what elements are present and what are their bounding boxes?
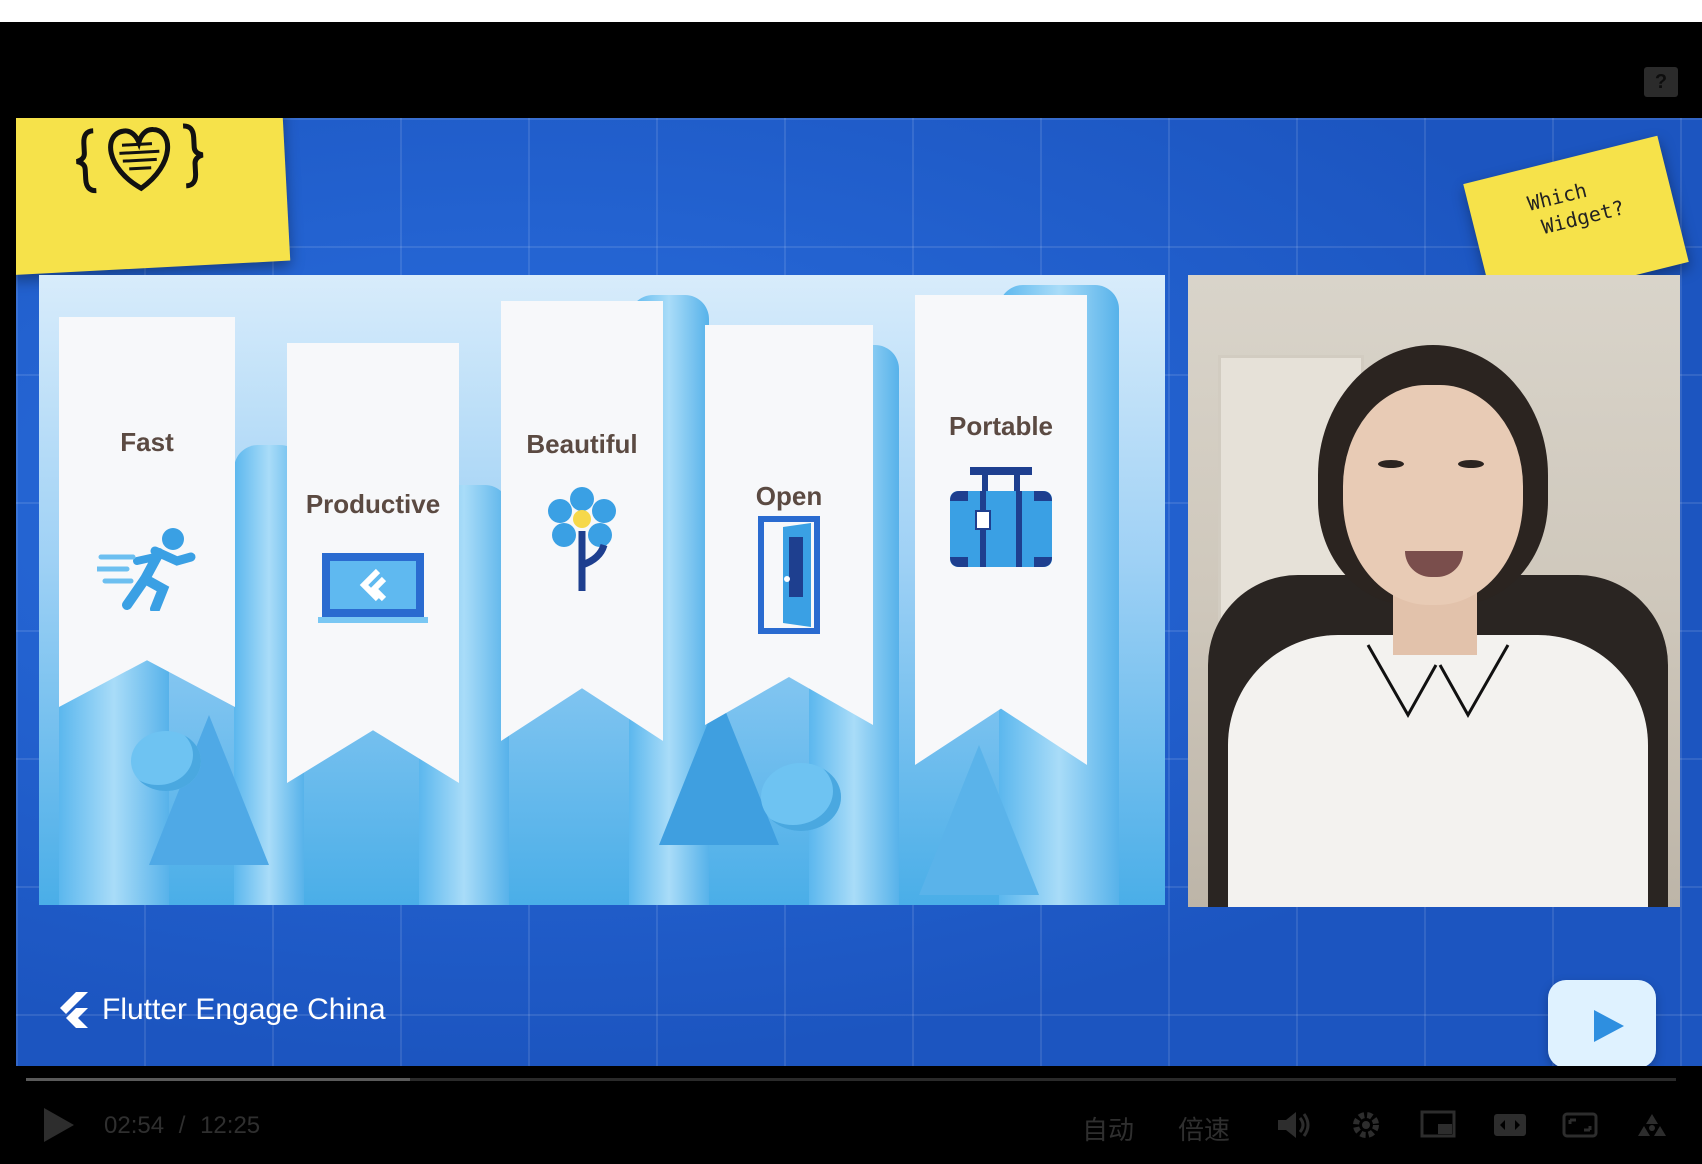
presentation-slide: Fast Productive Beautiful Open Portable — [39, 275, 1165, 905]
auto-quality-button[interactable]: 自动 — [1082, 1110, 1134, 1147]
volume-icon[interactable] — [1276, 1110, 1312, 1140]
bird-figure — [761, 763, 841, 831]
banner-label-open: Open — [755, 481, 823, 511]
presenter-eye — [1458, 460, 1484, 468]
help-button[interactable]: ? — [1644, 67, 1678, 97]
picture-in-picture-icon[interactable] — [1420, 1110, 1456, 1140]
flutter-engage-branding: Flutter Engage China — [56, 992, 386, 1028]
settings-gear-icon[interactable] — [1348, 1110, 1384, 1140]
time-display: 02:54 / 12:25 — [104, 1112, 260, 1140]
flower-icon — [548, 487, 616, 591]
banner-label-portable: Portable — [948, 411, 1054, 441]
banner-rod — [49, 311, 245, 317]
door-icon — [758, 516, 820, 634]
flutter-logo-icon — [60, 992, 88, 1028]
tree-cone — [919, 745, 1039, 895]
channel-tv-icon[interactable] — [1548, 980, 1656, 1066]
fullscreen-icon[interactable] — [1634, 1110, 1670, 1140]
banner-label-productive: Productive — [305, 489, 441, 519]
video-player[interactable]: ? Which Widget? Fast Productive Beautifu… — [0, 22, 1702, 1164]
banner-open: Open — [705, 325, 873, 725]
heart-doodle-icon — [75, 123, 204, 194]
brand-text: Flutter Engage China — [102, 993, 386, 1026]
banner-rod — [695, 319, 883, 325]
suitcase-icon — [950, 467, 1052, 567]
banner-beautiful: Beautiful — [501, 301, 663, 741]
bird-figure — [131, 731, 201, 791]
progress-bar[interactable] — [26, 1078, 1676, 1081]
banner-label-beautiful: Beautiful — [526, 429, 638, 459]
play-button[interactable] — [44, 1108, 74, 1142]
time-current: 02:54 — [104, 1112, 165, 1139]
shirt-collar — [1366, 644, 1510, 719]
banner-productive: Productive — [287, 343, 459, 783]
presenter-webcam — [1188, 275, 1680, 907]
time-separator: / — [178, 1112, 186, 1139]
tree-cone — [659, 695, 779, 845]
speed-button[interactable]: 倍速 — [1178, 1110, 1230, 1147]
presenter-eye — [1378, 460, 1404, 468]
banner-fast: Fast — [59, 317, 235, 707]
sticky-note-heart — [16, 118, 291, 276]
web-fullscreen-icon[interactable] — [1562, 1110, 1598, 1140]
play-tv-icon — [1579, 981, 1625, 1042]
runner-icon — [97, 528, 196, 611]
control-bar: 02:54 / 12:25 自动 倍速 — [0, 1078, 1702, 1164]
time-total: 12:25 — [200, 1112, 261, 1139]
laptop-flutter-icon — [318, 553, 428, 623]
banner-label-fast: Fast — [120, 427, 174, 457]
widescreen-icon[interactable] — [1492, 1110, 1528, 1140]
video-frame[interactable]: Which Widget? Fast Productive Beautiful … — [16, 118, 1702, 1066]
banner-portable: Portable — [915, 295, 1087, 765]
progress-fill — [26, 1078, 411, 1081]
banner-rod — [277, 337, 469, 343]
